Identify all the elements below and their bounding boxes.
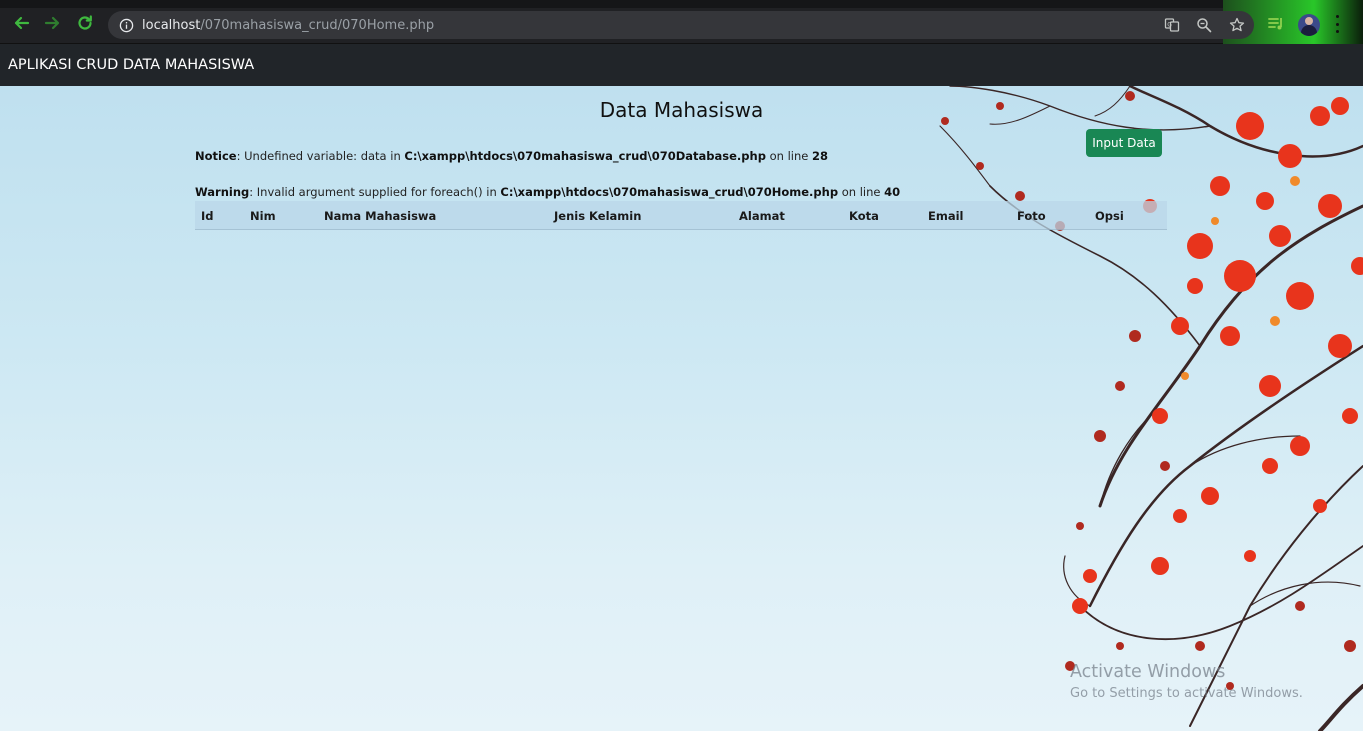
warning-line-number: 40 [884, 185, 901, 199]
media-icon[interactable] [1266, 14, 1286, 34]
notice-file: C:\xampp\htdocs\070mahasiswa_crud\070Dat… [404, 149, 766, 163]
watermark-title: Activate Windows [1070, 662, 1226, 682]
notice-label: Notice [195, 149, 237, 163]
warning-text: : Invalid argument supplied for foreach(… [249, 185, 501, 199]
notice-text: : Undefined variable: data in [236, 149, 405, 163]
column-header-id: Id [201, 209, 214, 223]
warning-label: Warning [195, 185, 250, 199]
column-header-nama: Nama Mahasiswa [324, 209, 437, 223]
warning-on-line: on line [838, 185, 885, 199]
notice-line-number: 28 [811, 149, 828, 163]
tab-strip [0, 0, 1363, 8]
address-bar[interactable]: localhost/070mahasiswa_crud/070Home.php … [108, 11, 1254, 39]
reload-icon[interactable] [75, 13, 95, 33]
app-navbar: APLIKASI CRUD DATA MAHASISWA [0, 44, 1363, 86]
back-icon[interactable] [11, 13, 31, 33]
warning-file: C:\xampp\htdocs\070mahasiswa_crud\070Hom… [500, 185, 839, 199]
input-data-button[interactable]: Input Data [1086, 129, 1162, 157]
star-icon[interactable] [1227, 15, 1247, 35]
url-text: localhost/070mahasiswa_crud/070Home.php [142, 17, 435, 33]
browser-toolbar: localhost/070mahasiswa_crud/070Home.php … [0, 0, 1363, 44]
column-header-email: Email [928, 209, 964, 223]
page-content: Data Mahasiswa Input Data Notice: Undefi… [0, 86, 1363, 731]
profile-avatar[interactable] [1298, 14, 1320, 36]
zoom-icon[interactable] [1194, 15, 1214, 35]
translate-icon[interactable]: G [1162, 15, 1182, 35]
page-title: Data Mahasiswa [599, 98, 764, 122]
column-header-jenis-kelamin: Jenis Kelamin [554, 209, 642, 223]
column-header-kota: Kota [849, 209, 879, 223]
menu-icon[interactable] [1334, 15, 1340, 33]
php-notice-message: Notice: Undefined variable: data in C:\x… [195, 149, 828, 163]
tree-branch-background [939, 86, 1363, 731]
forward-icon[interactable] [43, 13, 63, 33]
svg-text:G: G [1167, 21, 1172, 28]
watermark-subtitle: Go to Settings to activate Windows. [1070, 686, 1303, 701]
column-header-opsi: Opsi [1095, 209, 1124, 223]
php-warning-message: Warning: Invalid argument supplied for f… [195, 185, 900, 199]
column-header-foto: Foto [1017, 209, 1046, 223]
column-header-nim: Nim [250, 209, 276, 223]
students-table-header: Id Nim Nama Mahasiswa Jenis Kelamin Alam… [195, 201, 1167, 230]
windows-activation-watermark: Activate Windows Go to Settings to activ… [1070, 662, 1303, 701]
info-icon[interactable] [118, 17, 134, 33]
notice-on-line: on line [765, 149, 812, 163]
navbar-brand[interactable]: APLIKASI CRUD DATA MAHASISWA [8, 57, 254, 73]
column-header-alamat: Alamat [739, 209, 785, 223]
